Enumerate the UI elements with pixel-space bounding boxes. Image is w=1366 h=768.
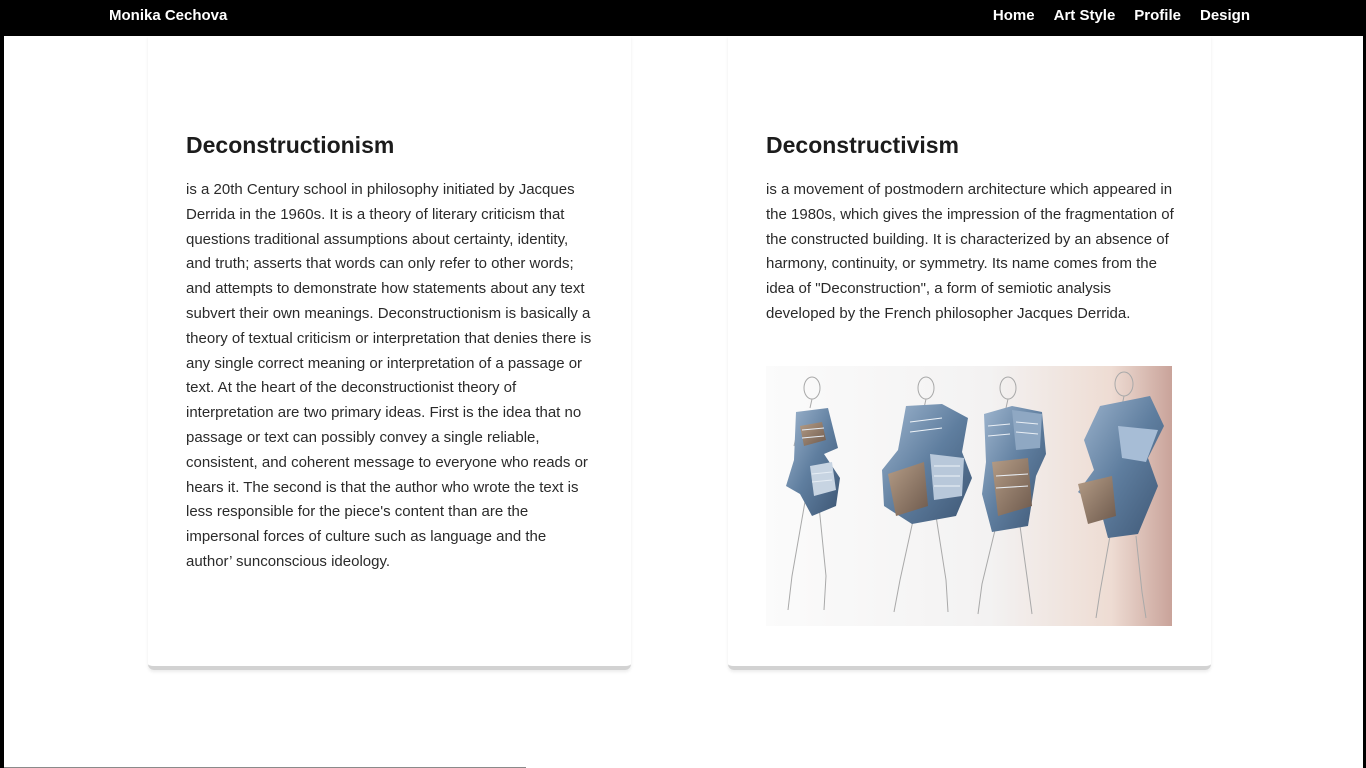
card-title: Deconstructivism bbox=[766, 132, 960, 158]
card-text: is a 20th Century school in philosophy i… bbox=[186, 181, 592, 570]
deconstructivism-card: Deconstructivism is a movement of postmo… bbox=[728, 36, 1211, 670]
fashion-figures-illustration bbox=[786, 371, 1164, 619]
nav-design[interactable]: Design bbox=[1200, 7, 1250, 24]
card-title: Deconstructionism bbox=[186, 132, 395, 158]
nav-art-style[interactable]: Art Style bbox=[1054, 7, 1116, 24]
brand-link[interactable]: Monika Cechova bbox=[109, 7, 227, 24]
deconstructivist-fashion-image bbox=[766, 366, 1172, 626]
main-content: Deconstructionism is a 20th Century scho… bbox=[4, 36, 1363, 768]
nav-profile[interactable]: Profile bbox=[1134, 7, 1181, 24]
deconstructionism-card: Deconstructionism is a 20th Century scho… bbox=[148, 36, 631, 670]
top-navbar: Monika Cechova Home Art Style Profile De… bbox=[0, 0, 1366, 36]
nav-home[interactable]: Home bbox=[993, 7, 1035, 24]
nav-links: Home Art Style Profile Design bbox=[993, 7, 1250, 24]
card-text: is a movement of postmodern architecture… bbox=[766, 181, 1174, 322]
